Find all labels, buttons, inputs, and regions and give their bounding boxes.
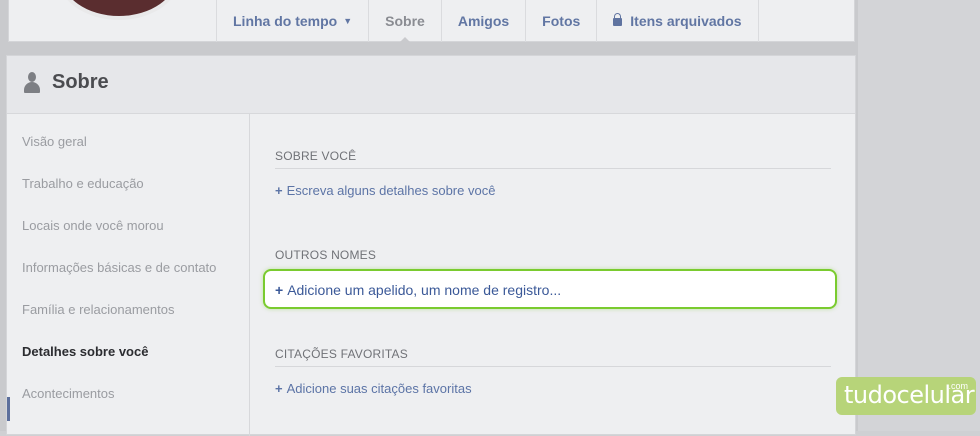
about-header: Sobre bbox=[7, 56, 855, 114]
section-label-about-you: SOBRE VOCÊ bbox=[275, 149, 357, 163]
sidebar-item-details[interactable]: Detalhes sobre você bbox=[22, 344, 148, 359]
sidebar-item-contact-info[interactable]: Informações básicas e de contato bbox=[22, 260, 216, 275]
watermark-suffix: .com bbox=[948, 381, 968, 391]
sidebar-item-overview[interactable]: Visão geral bbox=[22, 134, 87, 149]
tab-timeline-label: Linha do tempo bbox=[233, 13, 338, 29]
add-nickname-label: Adicione um apelido, um nome de registro… bbox=[287, 282, 562, 298]
tab-timeline[interactable]: Linha do tempo ▼ bbox=[216, 0, 368, 42]
tab-about-label: Sobre bbox=[385, 13, 425, 29]
profile-tabs: Linha do tempo ▼ Sobre Amigos Fotos Itens… bbox=[216, 0, 759, 43]
add-nickname-link[interactable]: + Adicione um apelido, um nome de registr… bbox=[275, 282, 561, 298]
add-quotes-label: Adicione suas citações favoritas bbox=[286, 381, 472, 396]
sidebar-item-work-education[interactable]: Trabalho e educação bbox=[22, 176, 144, 191]
caret-down-icon: ▼ bbox=[343, 16, 353, 26]
active-item-marker bbox=[7, 397, 10, 421]
lock-icon bbox=[613, 13, 623, 26]
sidebar-divider bbox=[249, 113, 250, 436]
add-about-you-label: Escreva alguns detalhes sobre você bbox=[286, 183, 496, 198]
person-icon bbox=[23, 72, 41, 96]
about-title: Sobre bbox=[52, 71, 109, 93]
sidebar-item-places-lived[interactable]: Locais onde você morou bbox=[22, 218, 164, 233]
sidebar-item-life-events[interactable]: Acontecimentos bbox=[22, 386, 115, 401]
section-divider bbox=[275, 366, 831, 367]
plus-icon: + bbox=[275, 183, 283, 198]
add-about-you-link[interactable]: + Escreva alguns detalhes sobre você bbox=[275, 183, 495, 198]
right-gutter bbox=[858, 0, 980, 431]
about-card: Sobre Visão geral Trabalho e educação Lo… bbox=[6, 55, 856, 436]
sidebar-item-family[interactable]: Família e relacionamentos bbox=[22, 302, 174, 317]
plus-icon: + bbox=[275, 381, 283, 396]
profile-nav-bar: Linha do tempo ▼ Sobre Amigos Fotos Itens… bbox=[8, 0, 855, 43]
section-label-favorite-quotes: CITAÇÕES FAVORITAS bbox=[275, 347, 408, 361]
section-divider bbox=[275, 168, 831, 169]
tab-archived-label: Itens arquivados bbox=[630, 13, 742, 29]
tab-archived[interactable]: Itens arquivados bbox=[596, 0, 759, 42]
add-quotes-link[interactable]: + Adicione suas citações favoritas bbox=[275, 381, 472, 396]
profile-avatar[interactable] bbox=[57, 0, 181, 20]
plus-icon: + bbox=[275, 282, 284, 298]
watermark-logo: tudocelular .com bbox=[836, 377, 976, 415]
section-label-other-names: OUTROS NOMES bbox=[275, 248, 377, 262]
tab-friends[interactable]: Amigos bbox=[440, 0, 525, 42]
tab-photos-label: Fotos bbox=[542, 13, 581, 29]
highlighted-add-nickname: + Adicione um apelido, um nome de registr… bbox=[263, 269, 837, 309]
tab-friends-label: Amigos bbox=[457, 13, 510, 29]
tab-photos[interactable]: Fotos bbox=[525, 0, 596, 42]
tab-about[interactable]: Sobre bbox=[368, 0, 441, 43]
